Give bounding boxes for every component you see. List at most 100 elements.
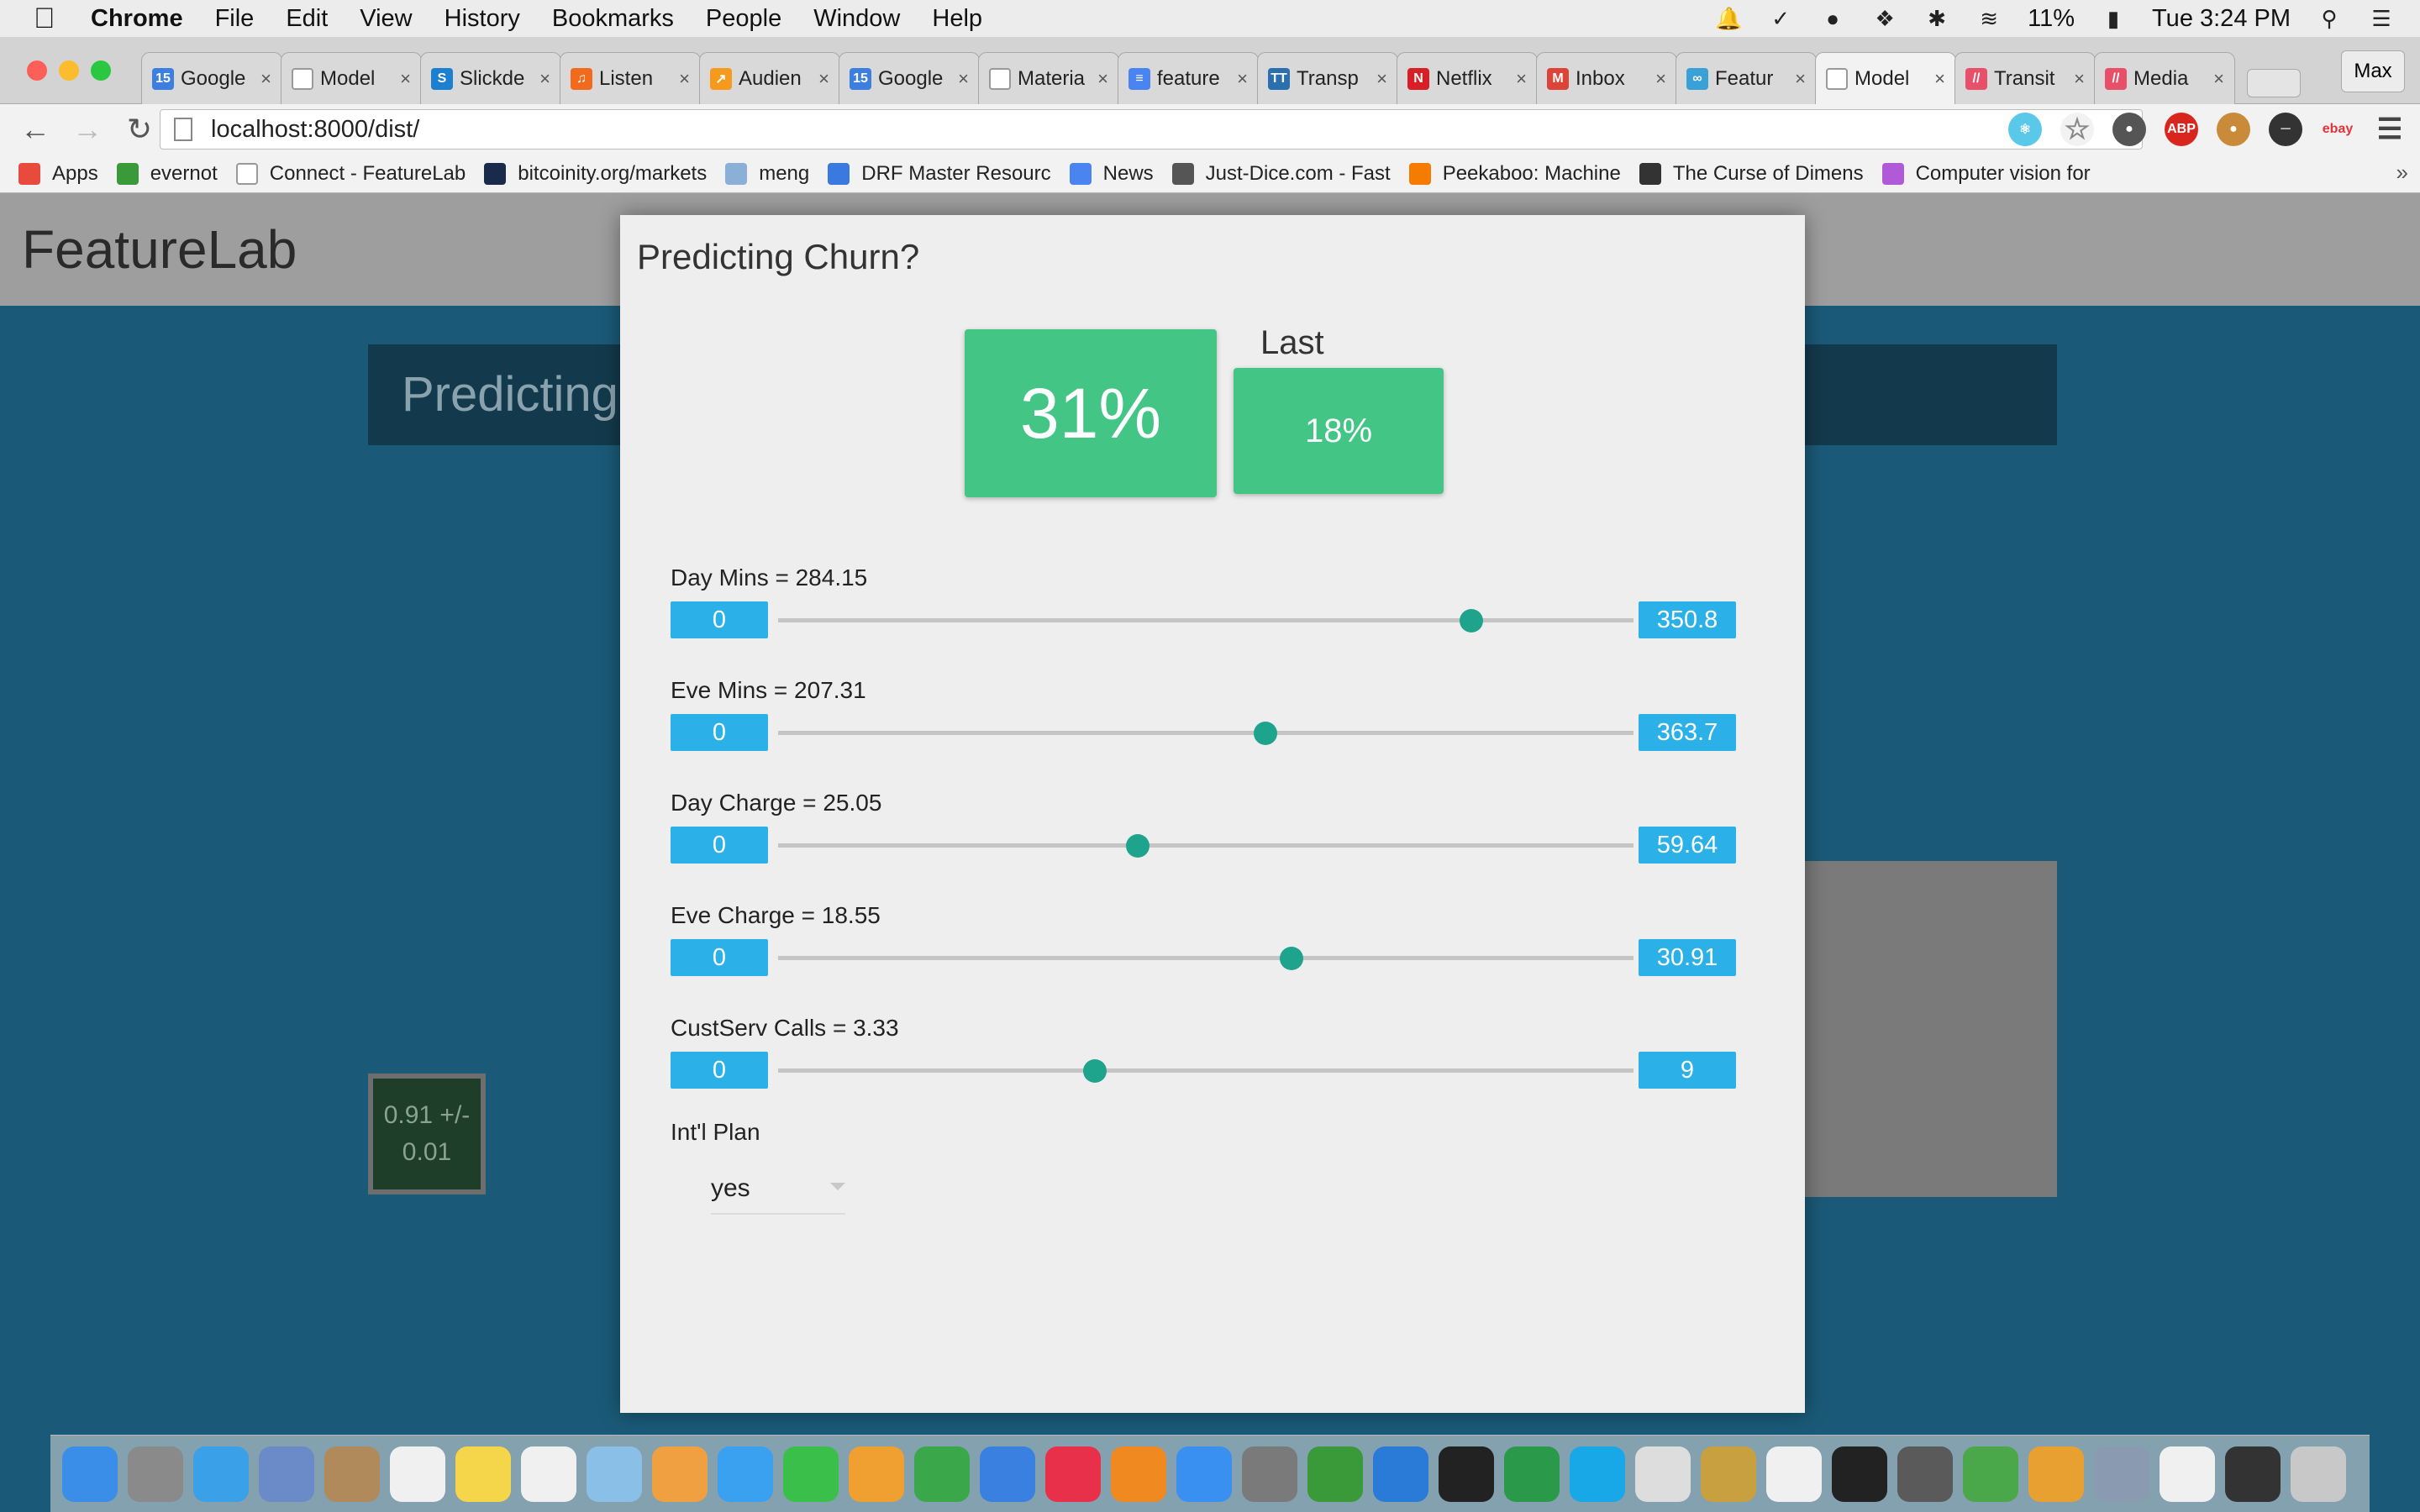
slider-track[interactable] [778,1068,1634,1073]
browser-tab[interactable]: S Slickde × [420,52,561,104]
tab-close-icon[interactable]: × [1097,68,1108,90]
browser-tab[interactable]: ∞ Featur × [1676,52,1817,104]
notification-bell-icon[interactable]: 🔔 [1715,6,1742,31]
menu-help[interactable]: Help [932,5,982,33]
ebay-icon[interactable]: ebay [2321,113,2354,146]
slider-thumb[interactable] [1082,1059,1107,1083]
slider-thumb[interactable] [1125,834,1150,858]
tab-close-icon[interactable]: × [260,68,271,90]
word-icon[interactable] [1373,1446,1428,1502]
browser-tab[interactable]: 15 Google × [839,52,980,104]
keynote-icon[interactable] [980,1446,1035,1502]
photos-icon[interactable] [652,1446,708,1502]
terminal-icon[interactable] [1439,1446,1494,1502]
window-zoom-icon[interactable] [91,60,111,81]
keychain-icon[interactable] [1701,1446,1756,1502]
calendar-icon[interactable] [390,1446,445,1502]
slider-track[interactable] [778,618,1634,622]
chrome-menu-icon[interactable]: ☰ [2373,113,2407,146]
spotlight-search-icon[interactable]: ⚲ [2316,6,2343,31]
back-arrow-icon[interactable]: ← [18,112,52,147]
bookmark-item[interactable]: The Curse of Dimens [1639,162,1864,186]
tab-close-icon[interactable]: × [679,68,690,90]
browser-tab[interactable]: ↗ Audien × [699,52,840,104]
bookmark-item[interactable]: DRF Master Resourc [828,162,1051,186]
slider-thumb[interactable] [1254,722,1278,745]
slider-thumb[interactable] [1459,609,1483,633]
tab-close-icon[interactable]: × [958,68,969,90]
browser-tab[interactable]: Materia × [978,52,1119,104]
menu-window[interactable]: Window [813,5,900,33]
system-preferences-icon[interactable] [1242,1446,1297,1502]
browser-tab[interactable]: Model × [1815,52,1956,104]
bookmark-star-icon[interactable]: ☆ [2060,113,2094,146]
new-tab-button[interactable] [2247,69,2301,97]
bookmark-item[interactable]: bitcoinity.org/markets [484,162,707,186]
window-minimize-icon[interactable] [59,60,79,81]
excel-icon[interactable] [1504,1446,1560,1502]
notification-center-icon[interactable]: ☰ [2368,6,2395,31]
reload-icon[interactable]: ↻ [123,112,156,147]
browser-tab[interactable]: M Inbox × [1536,52,1677,104]
browser-tab[interactable]: // Transit × [1954,52,2096,104]
image-capture-icon[interactable] [2094,1446,2149,1502]
tab-close-icon[interactable]: × [818,68,829,90]
window-close-icon[interactable] [27,60,47,81]
preview-icon[interactable] [587,1446,642,1502]
apple-menu-icon[interactable]:  [34,3,62,35]
tab-close-icon[interactable]: × [539,68,550,90]
tab-close-icon[interactable]: × [400,68,411,90]
tab-close-icon[interactable]: × [1516,68,1527,90]
eagle-app-icon[interactable] [259,1446,314,1502]
tab-close-icon[interactable]: × [1795,68,1806,90]
chrome-icon[interactable] [2028,1446,2084,1502]
slider-track[interactable] [778,843,1634,848]
app-brand[interactable]: FeatureLab [22,218,297,281]
profile-button[interactable]: Max [2341,50,2405,92]
menu-people[interactable]: People [706,5,781,33]
finder-icon[interactable] [62,1446,118,1502]
address-bar[interactable]: localhost:8000/dist/ [160,109,2143,150]
browser-tab[interactable]: ♫ Listen × [560,52,701,104]
tab-close-icon[interactable]: × [2074,68,2085,90]
react-devtools-icon[interactable]: ⚛ [2008,113,2042,146]
app-store-icon[interactable] [1176,1446,1232,1502]
dropbox-sync-icon[interactable]: ❖ [1871,6,1898,31]
adblock-plus-icon[interactable]: ABP [2165,113,2198,146]
tab-close-icon[interactable]: × [1934,68,1945,90]
browser-tab[interactable]: ≡ feature × [1118,52,1259,104]
evernote-helper-icon[interactable]: ● [1819,6,1846,31]
bookmark-item[interactable]: evernot [116,162,218,186]
menu-bookmarks[interactable]: Bookmarks [552,5,674,33]
reminders-icon[interactable] [521,1446,576,1502]
address-url[interactable]: localhost:8000/dist/ [211,116,419,144]
activity-monitor-icon[interactable] [1832,1446,1887,1502]
browser-tab[interactable]: // Media × [2094,52,2235,104]
numbers-icon[interactable] [914,1446,970,1502]
cookie-icon[interactable]: ● [2217,113,2250,146]
browser-tab[interactable]: TT Transp × [1257,52,1398,104]
bookmark-item[interactable]: Peekaboo: Machine [1408,162,1621,186]
menu-history[interactable]: History [445,5,520,33]
browser-tab[interactable]: N Netflix × [1397,52,1538,104]
sublime-text-icon[interactable] [1897,1446,1953,1502]
itunes-icon[interactable] [1045,1446,1101,1502]
slider-thumb[interactable] [1279,947,1303,970]
extension-bomb-icon[interactable]: ● [2112,113,2146,146]
tab-close-icon[interactable]: × [1655,68,1666,90]
forward-arrow-icon[interactable]: → [71,112,104,147]
evernote-icon[interactable] [1307,1446,1363,1502]
launchpad-icon[interactable] [128,1446,183,1502]
bookmark-item[interactable]: Apps [18,162,98,186]
bookmark-item[interactable]: Connect - FeatureLab [235,162,466,186]
slider-track[interactable] [778,956,1634,960]
wifi-icon[interactable]: ≋ [1975,6,2002,31]
bookmark-item[interactable]: News [1069,162,1154,186]
notes-icon[interactable] [455,1446,511,1502]
menu-view[interactable]: View [360,5,412,33]
textedit-icon[interactable] [1766,1446,1822,1502]
document-icon[interactable] [2160,1446,2215,1502]
battery-icon[interactable]: ▮ [2100,6,2127,31]
messages-icon[interactable] [718,1446,773,1502]
slider-track[interactable] [778,731,1634,735]
